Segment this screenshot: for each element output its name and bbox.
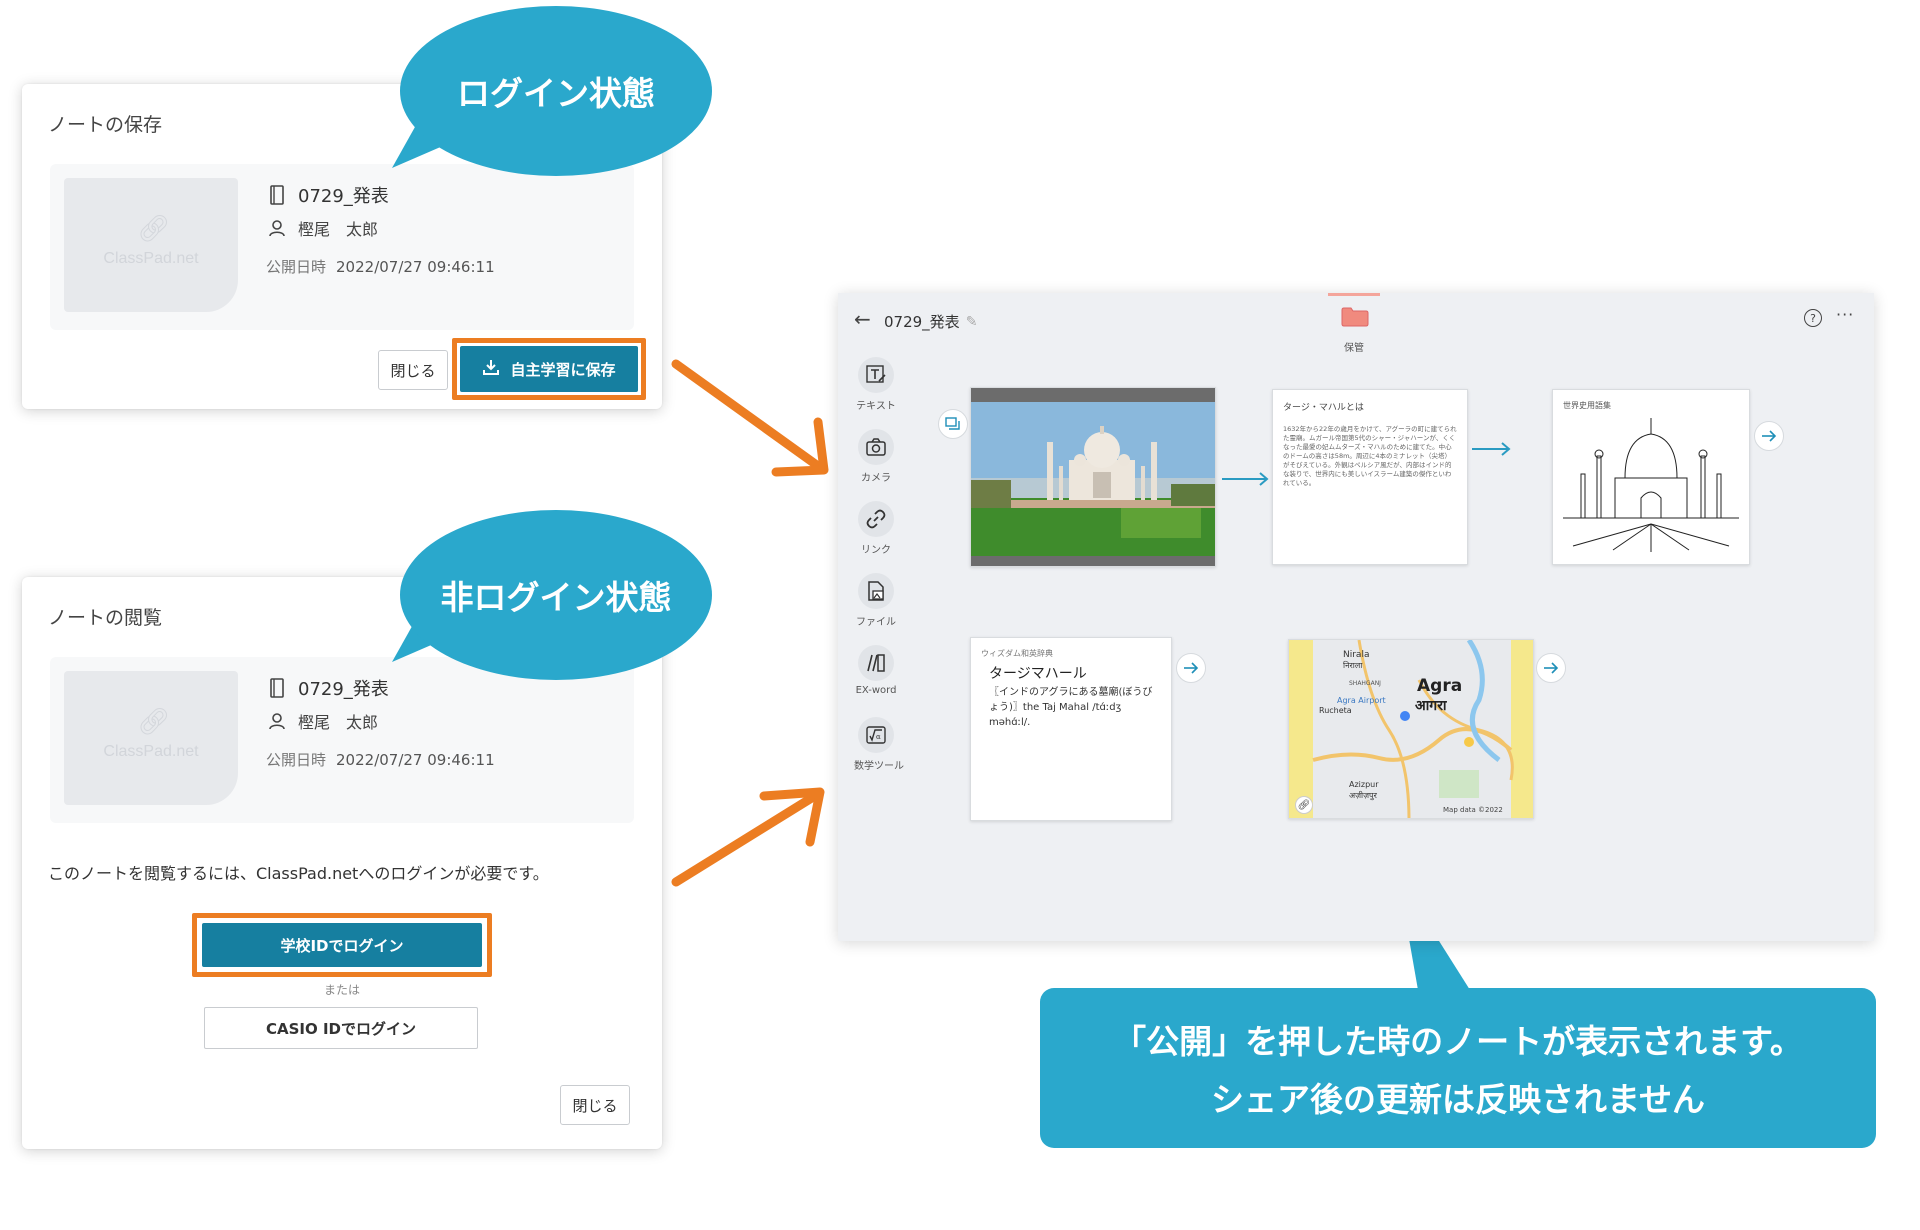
flow-arrow-icon xyxy=(1472,442,1511,456)
map-label: Rucheta xyxy=(1319,706,1352,715)
dictionary-page[interactable]: ウィズダム和英辞典 タージマハール 〖インドのアグラにある墓廟(ぼうびょう)〗t… xyxy=(970,637,1172,821)
tool-label: リンク xyxy=(861,545,891,556)
arrow-right-icon xyxy=(1184,662,1199,674)
taj-mahal-photo xyxy=(971,388,1215,566)
map-page[interactable]: Nirala निराला SHAHGANJ Agra Airport Ruch… xyxy=(1288,639,1534,819)
dictionary-icon xyxy=(867,654,885,672)
sketch-page[interactable]: 世界史用語集 xyxy=(1552,389,1750,565)
note-viewer-window: ← 0729_発表 ✎ 保管 ? ··· テキスト カメラ リンク ファイル E… xyxy=(838,293,1874,941)
note-title: 0729_発表 xyxy=(884,313,960,331)
folder-label: 保管 xyxy=(1344,343,1364,354)
map-city-hi: आगरा xyxy=(1415,698,1447,714)
math-tool-icon: α xyxy=(866,726,886,744)
map-label: निराला xyxy=(1343,661,1363,670)
taj-mahal-sketch xyxy=(1563,418,1739,552)
arrow-to-app-upper xyxy=(671,359,829,477)
link-icon[interactable]: 🔗︎ xyxy=(1295,796,1313,814)
tool-label: EX-word xyxy=(855,685,897,696)
pages-icon xyxy=(945,417,960,430)
active-indicator xyxy=(1328,293,1380,296)
map-label: अज़ीज़पुर xyxy=(1349,791,1377,800)
link-icon xyxy=(866,509,886,529)
sketch-page-title: 世界史用語集 xyxy=(1563,401,1611,410)
file-icon xyxy=(868,581,884,601)
camera-icon xyxy=(866,438,886,456)
next-page-button[interactable] xyxy=(1176,653,1206,683)
note-callout: 「公開」を押した時のノートが表示されます。 シェア後の更新は反映されません xyxy=(1040,988,1876,1148)
text-page-body: 1632年から22年の歳月をかけて、アグーラの町に建てられた霊廟。ムガール帝国第… xyxy=(1283,424,1457,488)
logged-in-bubble: ログイン状態 xyxy=(400,6,712,176)
arrow-right-icon xyxy=(1544,662,1559,674)
callout-line-2: シェア後の更新は反映されません xyxy=(1210,1080,1705,1119)
help-icon[interactable]: ? xyxy=(1804,309,1822,327)
text-icon xyxy=(866,365,886,383)
back-arrow-icon[interactable]: ← xyxy=(854,307,871,331)
next-page-button[interactable] xyxy=(1754,421,1784,451)
tool-label: テキスト xyxy=(856,401,896,412)
pencil-icon[interactable]: ✎ xyxy=(966,314,978,330)
tool-file[interactable]: ファイル xyxy=(854,573,898,628)
next-page-button[interactable] xyxy=(1536,653,1566,683)
map-city-en: Agra xyxy=(1417,676,1463,696)
dictionary-source: ウィズダム和英辞典 xyxy=(981,649,1053,658)
map-label: SHAHGANJ xyxy=(1349,680,1381,687)
not-logged-in-bubble: 非ログイン状態 xyxy=(400,510,712,680)
text-page[interactable]: タージ・マハルとは 1632年から22年の歳月をかけて、アグーラの町に建てられた… xyxy=(1272,389,1468,565)
more-icon[interactable]: ··· xyxy=(1836,305,1854,324)
flow-arrow-icon xyxy=(1222,472,1269,486)
tool-label: ファイル xyxy=(856,617,896,628)
tool-label: 数学ツール xyxy=(854,761,904,772)
svg-text:α: α xyxy=(876,733,881,741)
map-label: Azizpur xyxy=(1349,780,1379,789)
prev-page-button[interactable] xyxy=(938,409,968,439)
dictionary-definition: 〖インドのアグラにある墓廟(ぼうびょう)〗the Taj Mahal /tɑ́ː… xyxy=(989,687,1153,729)
photo-page[interactable] xyxy=(970,387,1216,567)
tool-link[interactable]: リンク xyxy=(854,501,898,556)
text-page-title: タージ・マハルとは xyxy=(1283,403,1364,413)
arrow-right-icon xyxy=(1762,430,1777,442)
tool-text[interactable]: テキスト xyxy=(854,357,898,412)
map-credit: Map data ©2022 xyxy=(1443,806,1503,814)
dictionary-headword: タージマハール xyxy=(989,666,1087,683)
arrow-to-app-lower xyxy=(671,787,825,887)
tool-camera[interactable]: カメラ xyxy=(854,429,898,484)
note-title-bar: 0729_発表 ✎ xyxy=(884,311,977,332)
map-image xyxy=(1289,640,1533,818)
folder-icon[interactable] xyxy=(1341,307,1369,327)
map-label: Nirala xyxy=(1343,650,1370,660)
callout-line-1: 「公開」を押した時のノートが表示されます。 xyxy=(1113,1022,1803,1061)
tool-ex-word[interactable]: EX-word xyxy=(854,645,898,696)
map-label: Agra Airport xyxy=(1337,696,1386,705)
tool-label: カメラ xyxy=(861,473,891,484)
tool-math[interactable]: α 数学ツール xyxy=(854,717,904,772)
